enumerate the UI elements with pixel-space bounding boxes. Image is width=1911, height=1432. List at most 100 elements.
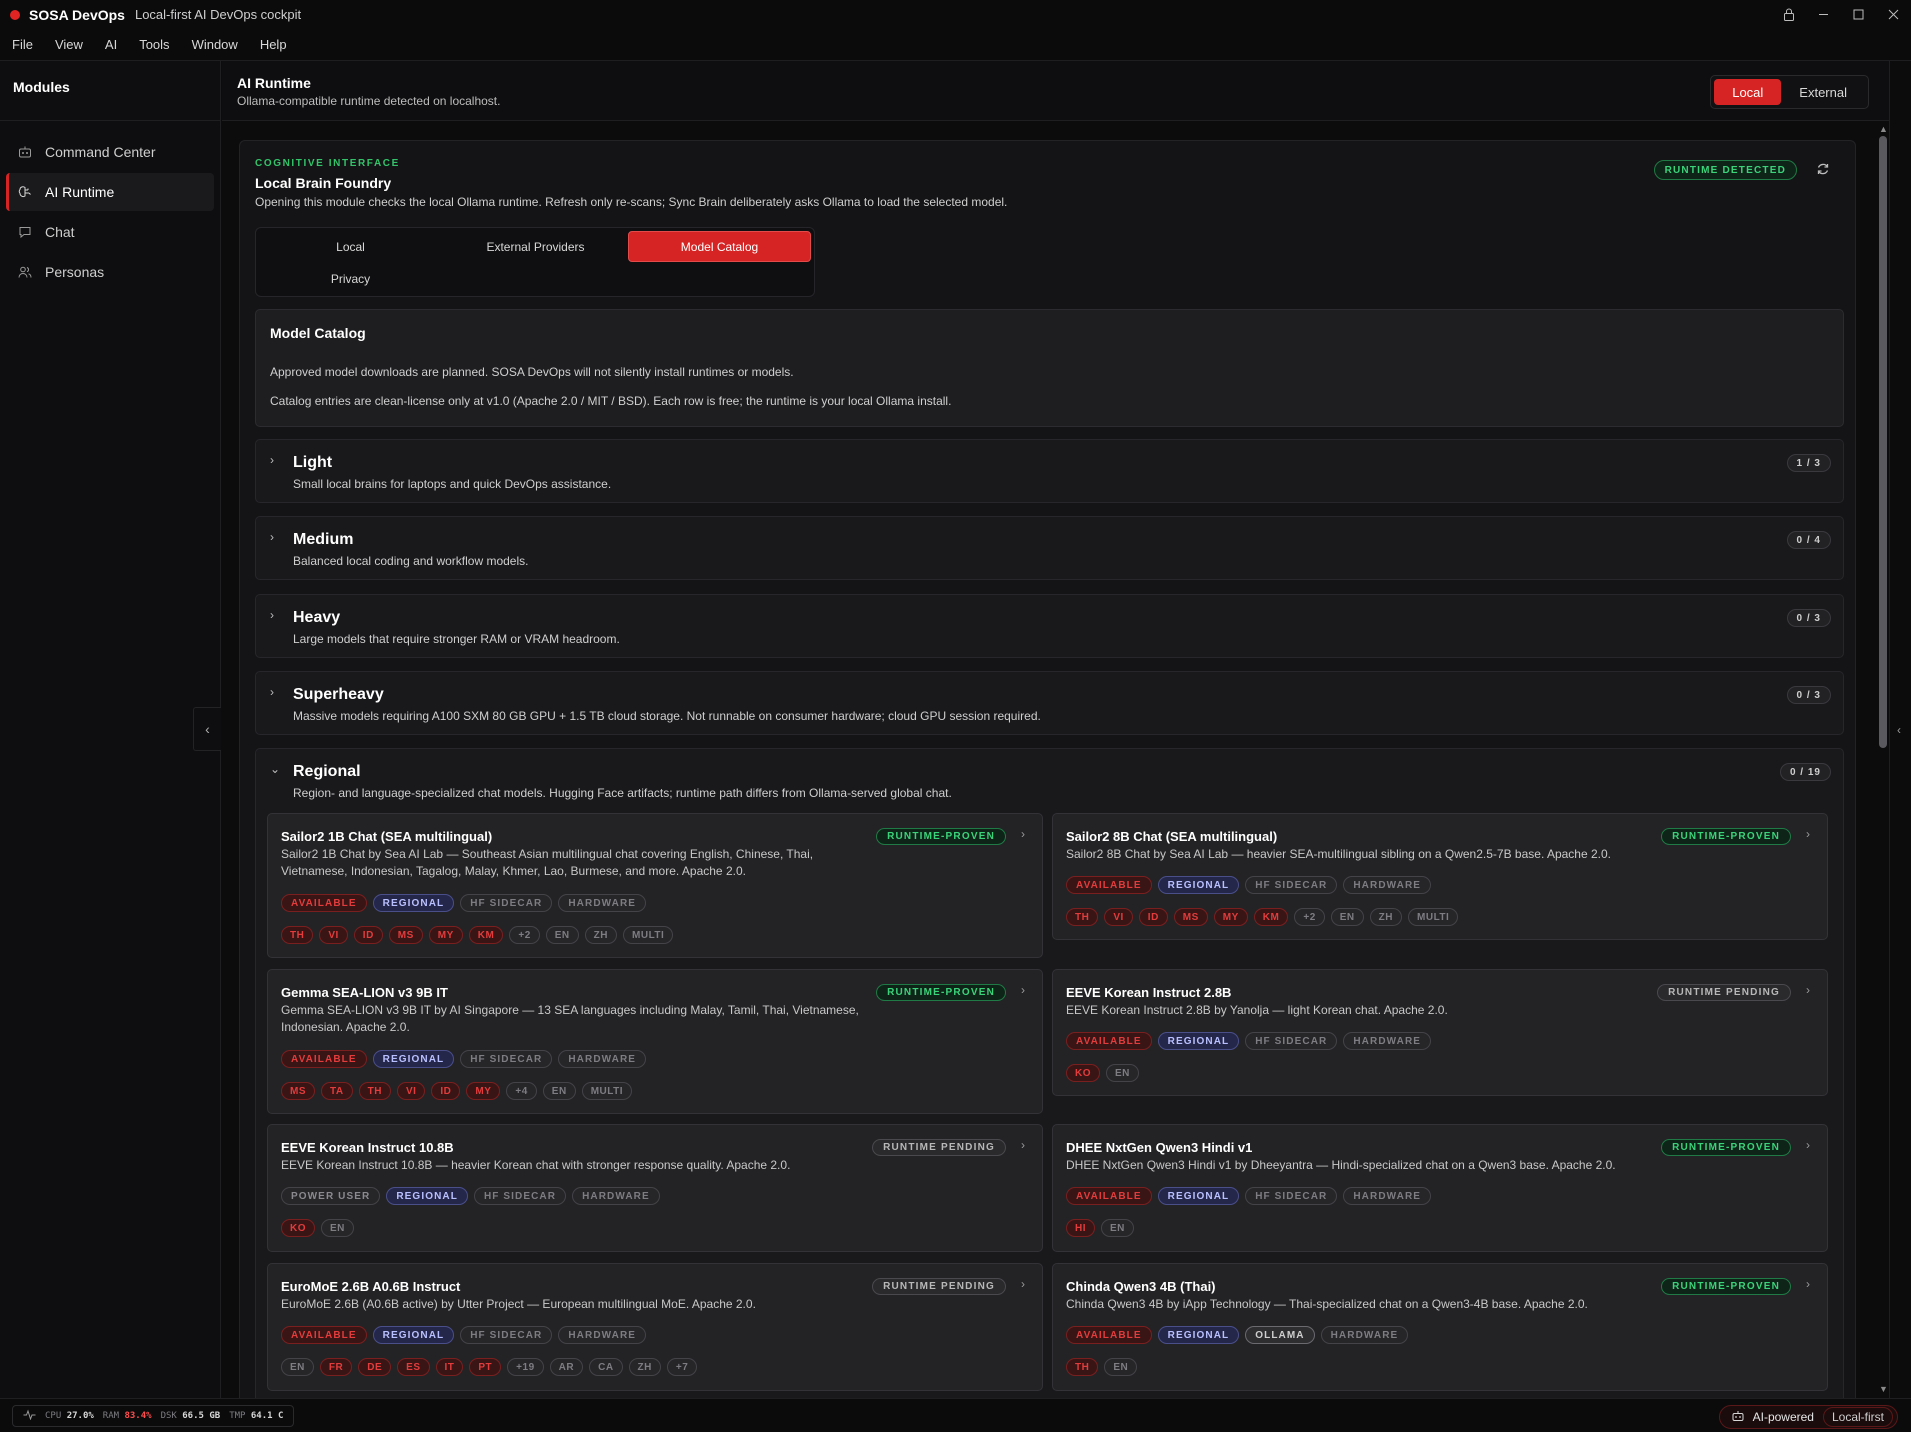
chevron-right-icon[interactable]: › [1806,1277,1810,1291]
tag-chip: AVAILABLE [1066,1032,1152,1050]
tier-light[interactable]: › Light Small local brains for laptops a… [255,439,1844,503]
language-chip: TH [358,1082,391,1100]
language-chip: MY [1213,908,1248,926]
model-card[interactable]: Sailor2 8B Chat (SEA multilingual) Sailor… [1052,813,1828,940]
ram-value: 83.4% [124,1411,152,1421]
language-chip: MY [466,1082,501,1100]
model-card[interactable]: DHEE NxtGen Qwen3 Hindi v1 DHEE NxtGen Qw… [1052,1124,1828,1252]
language-chip: KM [468,926,504,944]
model-description: Sailor2 1B Chat by Sea AI Lab — Southeas… [281,847,814,878]
sidebar-item-label: Command Center [45,144,156,160]
collapse-sidebar-button[interactable]: ‹ [193,707,221,751]
runtime-status-badge: RUNTIME DETECTED [1653,160,1797,180]
model-title: EEVE Korean Instruct 2.8B [1066,985,1232,1000]
model-card[interactable]: Gemma SEA-LION v3 9B IT Gemma SEA-LION v3… [267,969,1043,1114]
menu-window[interactable]: Window [182,37,248,52]
tag-chip: HARDWARE [1343,876,1432,894]
language-chip: TA [321,1082,353,1100]
menu-view[interactable]: View [45,37,93,52]
model-card[interactable]: Sailor2 1B Chat (SEA multilingual) Sailor… [267,813,1043,958]
language-tags: TH EN [1066,1358,1138,1376]
page-title: AI Runtime [237,75,311,91]
model-tags: POWER USER REGIONAL HF SIDECAR HARDWARE [281,1187,660,1205]
language-chip: +19 [507,1358,544,1376]
main-content: COGNITIVE INTERFACE Local Brain Foundry … [222,122,1876,1398]
language-chip: EN [281,1358,314,1376]
model-tags: AVAILABLE REGIONAL HF SIDECAR HARDWARE [281,1326,647,1344]
system-metrics: CPU 27.0% RAM 83.4% DSK 66.5 GB TMP 64.1… [12,1405,295,1427]
mode-local-button[interactable]: Local [1714,79,1782,105]
chevron-left-icon[interactable]: ‹ [1897,723,1901,737]
model-card[interactable]: EuroMoE 2.6B A0.6B Instruct EuroMoE 2.6B … [267,1263,1043,1391]
model-card[interactable]: EEVE Korean Instruct 2.8B EEVE Korean Ins… [1052,969,1828,1096]
tag-chip: HARDWARE [1343,1187,1432,1205]
window-controls [1771,0,1911,29]
tab-external-providers[interactable]: External Providers [444,231,627,262]
tag-chip: REGIONAL [1157,1187,1240,1205]
model-card[interactable]: Chinda Qwen3 4B (Thai) Chinda Qwen3 4B by… [1052,1263,1828,1391]
language-chip: +2 [1294,908,1325,926]
scroll-up-icon[interactable]: ▲ [1879,124,1888,134]
minimize-icon[interactable] [1806,0,1841,29]
mode-external-button[interactable]: External [1781,79,1865,105]
sidebar-item-personas[interactable]: Personas [6,253,214,291]
tab-model-catalog[interactable]: Model Catalog [628,231,811,262]
lock-icon[interactable] [1771,0,1806,29]
language-chip: +2 [509,926,540,944]
tag-chip: HARDWARE [558,894,647,912]
language-chip: KO [281,1219,315,1237]
chevron-right-icon[interactable]: › [1806,983,1810,997]
tier-heavy[interactable]: › Heavy Large models that require strong… [255,594,1844,658]
language-chip: EN [1330,908,1364,926]
model-description: EEVE Korean Instruct 2.8B by Yanolja — l… [1066,1003,1448,1017]
tier-name: Light [293,454,333,471]
main-scrollbar[interactable]: ▲ ▼ [1877,122,1889,1398]
model-description: DHEE NxtGen Qwen3 Hindi v1 by Dheeyantra… [1066,1158,1616,1172]
language-chip: VI [1104,908,1133,926]
language-tags: KO EN [1066,1064,1139,1082]
sidebar-item-label: Personas [45,264,105,280]
sidebar-item-chat[interactable]: Chat [6,213,214,251]
language-chip: EN [1106,1064,1139,1082]
language-chip: MS [1173,908,1208,926]
scroll-down-icon[interactable]: ▼ [1879,1384,1888,1394]
activity-pulse-icon [23,1409,36,1423]
chevron-right-icon[interactable]: › [1021,1277,1025,1291]
chevron-right-icon[interactable]: › [1021,983,1025,997]
tab-local[interactable]: Local [259,231,442,262]
language-chip: VI [396,1082,426,1100]
close-icon[interactable] [1876,0,1911,29]
model-title: Sailor2 1B Chat (SEA multilingual) [281,829,493,844]
tier-medium[interactable]: › Medium Balanced local coding and workf… [255,516,1844,580]
sidebar-item-ai-runtime[interactable]: AI Runtime [6,173,214,211]
refresh-icon[interactable] [1813,159,1833,179]
chevron-right-icon[interactable]: › [1021,1138,1025,1152]
chevron-right-icon[interactable]: › [1806,1138,1810,1152]
chevron-right-icon: › [270,608,274,622]
scroll-thumb[interactable] [1879,136,1887,748]
menu-file[interactable]: File [2,37,43,52]
menu-tools[interactable]: Tools [129,37,179,52]
menu-ai[interactable]: AI [95,37,127,52]
chevron-right-icon[interactable]: › [1021,827,1025,841]
language-chip: MULTI [623,926,674,944]
tier-count-badge: 0 / 19 [1779,763,1831,781]
tier-superheavy[interactable]: › Superheavy Massive models requiring A1… [255,671,1844,735]
tab-privacy[interactable]: Privacy [259,263,442,294]
app-logo-icon [10,9,20,20]
maximize-icon[interactable] [1841,0,1876,29]
tag-chip: HF SIDECAR [460,1326,553,1344]
sidebar-item-label: Chat [45,224,75,240]
ai-status-pill[interactable]: AI-powered Local-first [1718,1405,1898,1429]
chevron-right-icon: › [270,530,274,544]
robot-icon [1732,1410,1744,1425]
chevron-down-icon[interactable]: ⌄ [270,762,280,776]
tier-name[interactable]: Regional [293,763,361,781]
language-tags: HI EN [1066,1219,1134,1237]
chevron-right-icon[interactable]: › [1806,827,1810,841]
language-chip: IT [435,1358,464,1376]
sidebar-item-command-center[interactable]: Command Center [6,133,214,171]
tag-chip: AVAILABLE [1066,1187,1152,1205]
model-card[interactable]: EEVE Korean Instruct 10.8B EEVE Korean In… [267,1124,1043,1252]
menu-help[interactable]: Help [250,37,297,52]
